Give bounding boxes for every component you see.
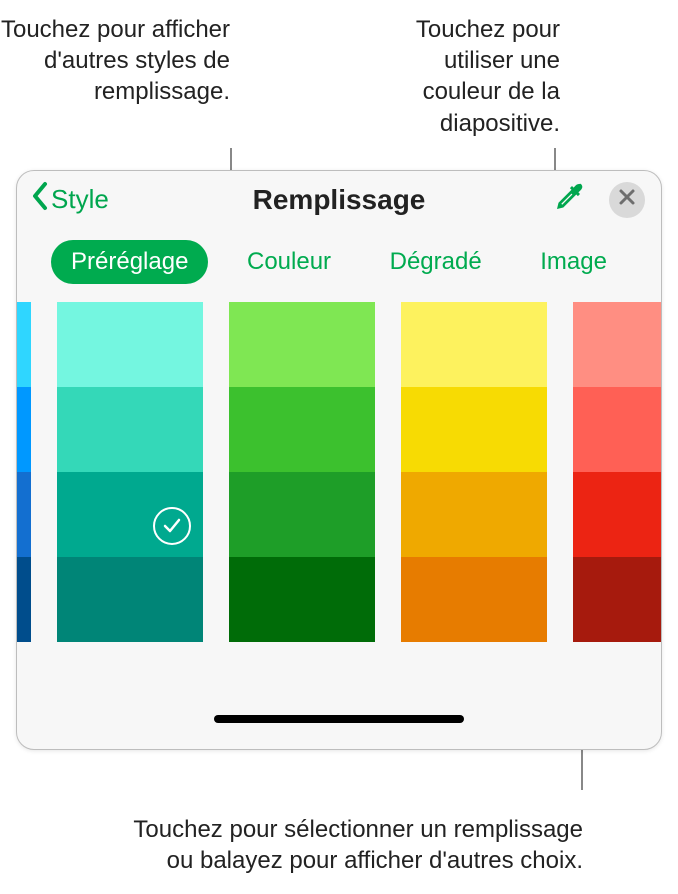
- panel-title: Remplissage: [253, 184, 426, 216]
- swatch[interactable]: [229, 557, 375, 642]
- eyedropper-icon: [553, 200, 585, 217]
- annotation-top-right: Touchez pour utiliser une couleur de la …: [370, 14, 560, 139]
- swatch-column: [229, 302, 375, 660]
- swatch-scroll-area[interactable]: [17, 302, 661, 660]
- selected-check-icon: [153, 507, 191, 545]
- swatch-column: [573, 302, 661, 660]
- swatch[interactable]: [401, 557, 547, 642]
- swatch[interactable]: [573, 472, 661, 557]
- tab-color[interactable]: Couleur: [227, 240, 351, 284]
- eyedropper-button[interactable]: [553, 181, 585, 218]
- back-label: Style: [51, 184, 109, 215]
- annotation-top-left: Touchez pour afficher d'autres styles de…: [0, 14, 230, 108]
- swatch[interactable]: [17, 302, 31, 387]
- swatch[interactable]: [573, 302, 661, 387]
- swatch[interactable]: [17, 387, 31, 472]
- close-icon: [618, 188, 636, 211]
- swatch[interactable]: [229, 387, 375, 472]
- tab-preset[interactable]: Préréglage: [51, 240, 208, 284]
- swatch-column: [401, 302, 547, 660]
- close-button[interactable]: [609, 182, 645, 218]
- chevron-left-icon: [31, 181, 49, 218]
- swatch[interactable]: [57, 387, 203, 472]
- swatch[interactable]: [17, 472, 31, 557]
- fill-style-tabs: Préréglage Couleur Dégradé Image: [17, 228, 661, 302]
- swatch-column: [17, 302, 31, 660]
- swatch[interactable]: [401, 472, 547, 557]
- swatch[interactable]: [573, 387, 661, 472]
- popover-header: Style Remplissage: [17, 171, 661, 228]
- back-button[interactable]: Style: [31, 181, 109, 218]
- tab-gradient[interactable]: Dégradé: [370, 240, 502, 284]
- swatch[interactable]: [401, 387, 547, 472]
- swatch[interactable]: [229, 472, 375, 557]
- fill-popover: Style Remplissage Préréglage Couleur Dég…: [16, 170, 662, 750]
- swatch[interactable]: [57, 472, 203, 557]
- swatch[interactable]: [229, 302, 375, 387]
- swatch-column: [57, 302, 203, 660]
- swatch[interactable]: [57, 302, 203, 387]
- swatch[interactable]: [573, 557, 661, 642]
- swatch[interactable]: [401, 302, 547, 387]
- tab-image[interactable]: Image: [520, 240, 627, 284]
- swatch[interactable]: [57, 557, 203, 642]
- drag-handle[interactable]: [214, 715, 464, 723]
- swatch[interactable]: [17, 557, 31, 642]
- annotation-bottom: Touchez pour sélectionner un remplissage…: [103, 814, 583, 876]
